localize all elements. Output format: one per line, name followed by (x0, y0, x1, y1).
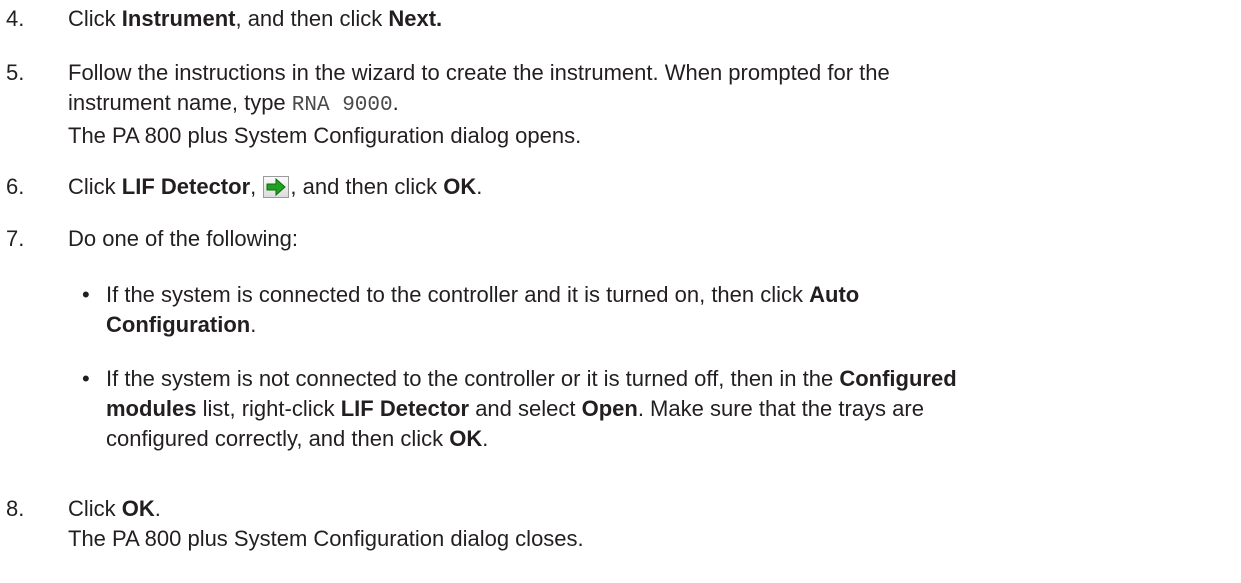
green-right-arrow-icon (263, 176, 290, 198)
bullet-text: If the system is connected to the contro… (106, 282, 860, 337)
bullet-text: If the system is not connected to the co… (106, 366, 957, 451)
ui-term-instrument: Instrument (121, 6, 236, 31)
ui-term-lif-detector: LIF Detector (121, 174, 251, 199)
step-text: Click LIF Detector, , and then click OK. (68, 174, 483, 199)
ui-term-ok: OK (443, 174, 477, 199)
ui-term-configured: Configured (839, 366, 957, 391)
step-number: 7. (6, 226, 25, 251)
step-number: 4. (6, 6, 25, 31)
step-text: Follow the instructions in the wizard to… (68, 60, 890, 148)
code-instrument-name: RNA 9000 (291, 94, 393, 117)
step-number: 6. (6, 174, 25, 199)
ui-term-lif-detector: LIF Detector (340, 396, 470, 421)
ui-term-next: Next. (388, 6, 443, 31)
ui-term-auto: Auto (809, 282, 860, 307)
bullet-dot: • (82, 282, 90, 307)
bullet-dot: • (82, 366, 90, 391)
ui-term-modules: modules (106, 396, 197, 421)
ui-term-ok: OK (449, 426, 483, 451)
step-number: 8. (6, 496, 25, 521)
step-text: Click Instrument, and then click Next. (68, 6, 443, 31)
step-number: 5. (6, 60, 25, 85)
step-text: Do one of the following: (68, 226, 298, 251)
ui-term-ok: OK (121, 496, 155, 521)
step-text: Click OK. The PA 800 plus System Configu… (68, 496, 584, 551)
ui-term-configuration: Configuration (106, 312, 251, 337)
ui-term-open: Open (581, 396, 638, 421)
